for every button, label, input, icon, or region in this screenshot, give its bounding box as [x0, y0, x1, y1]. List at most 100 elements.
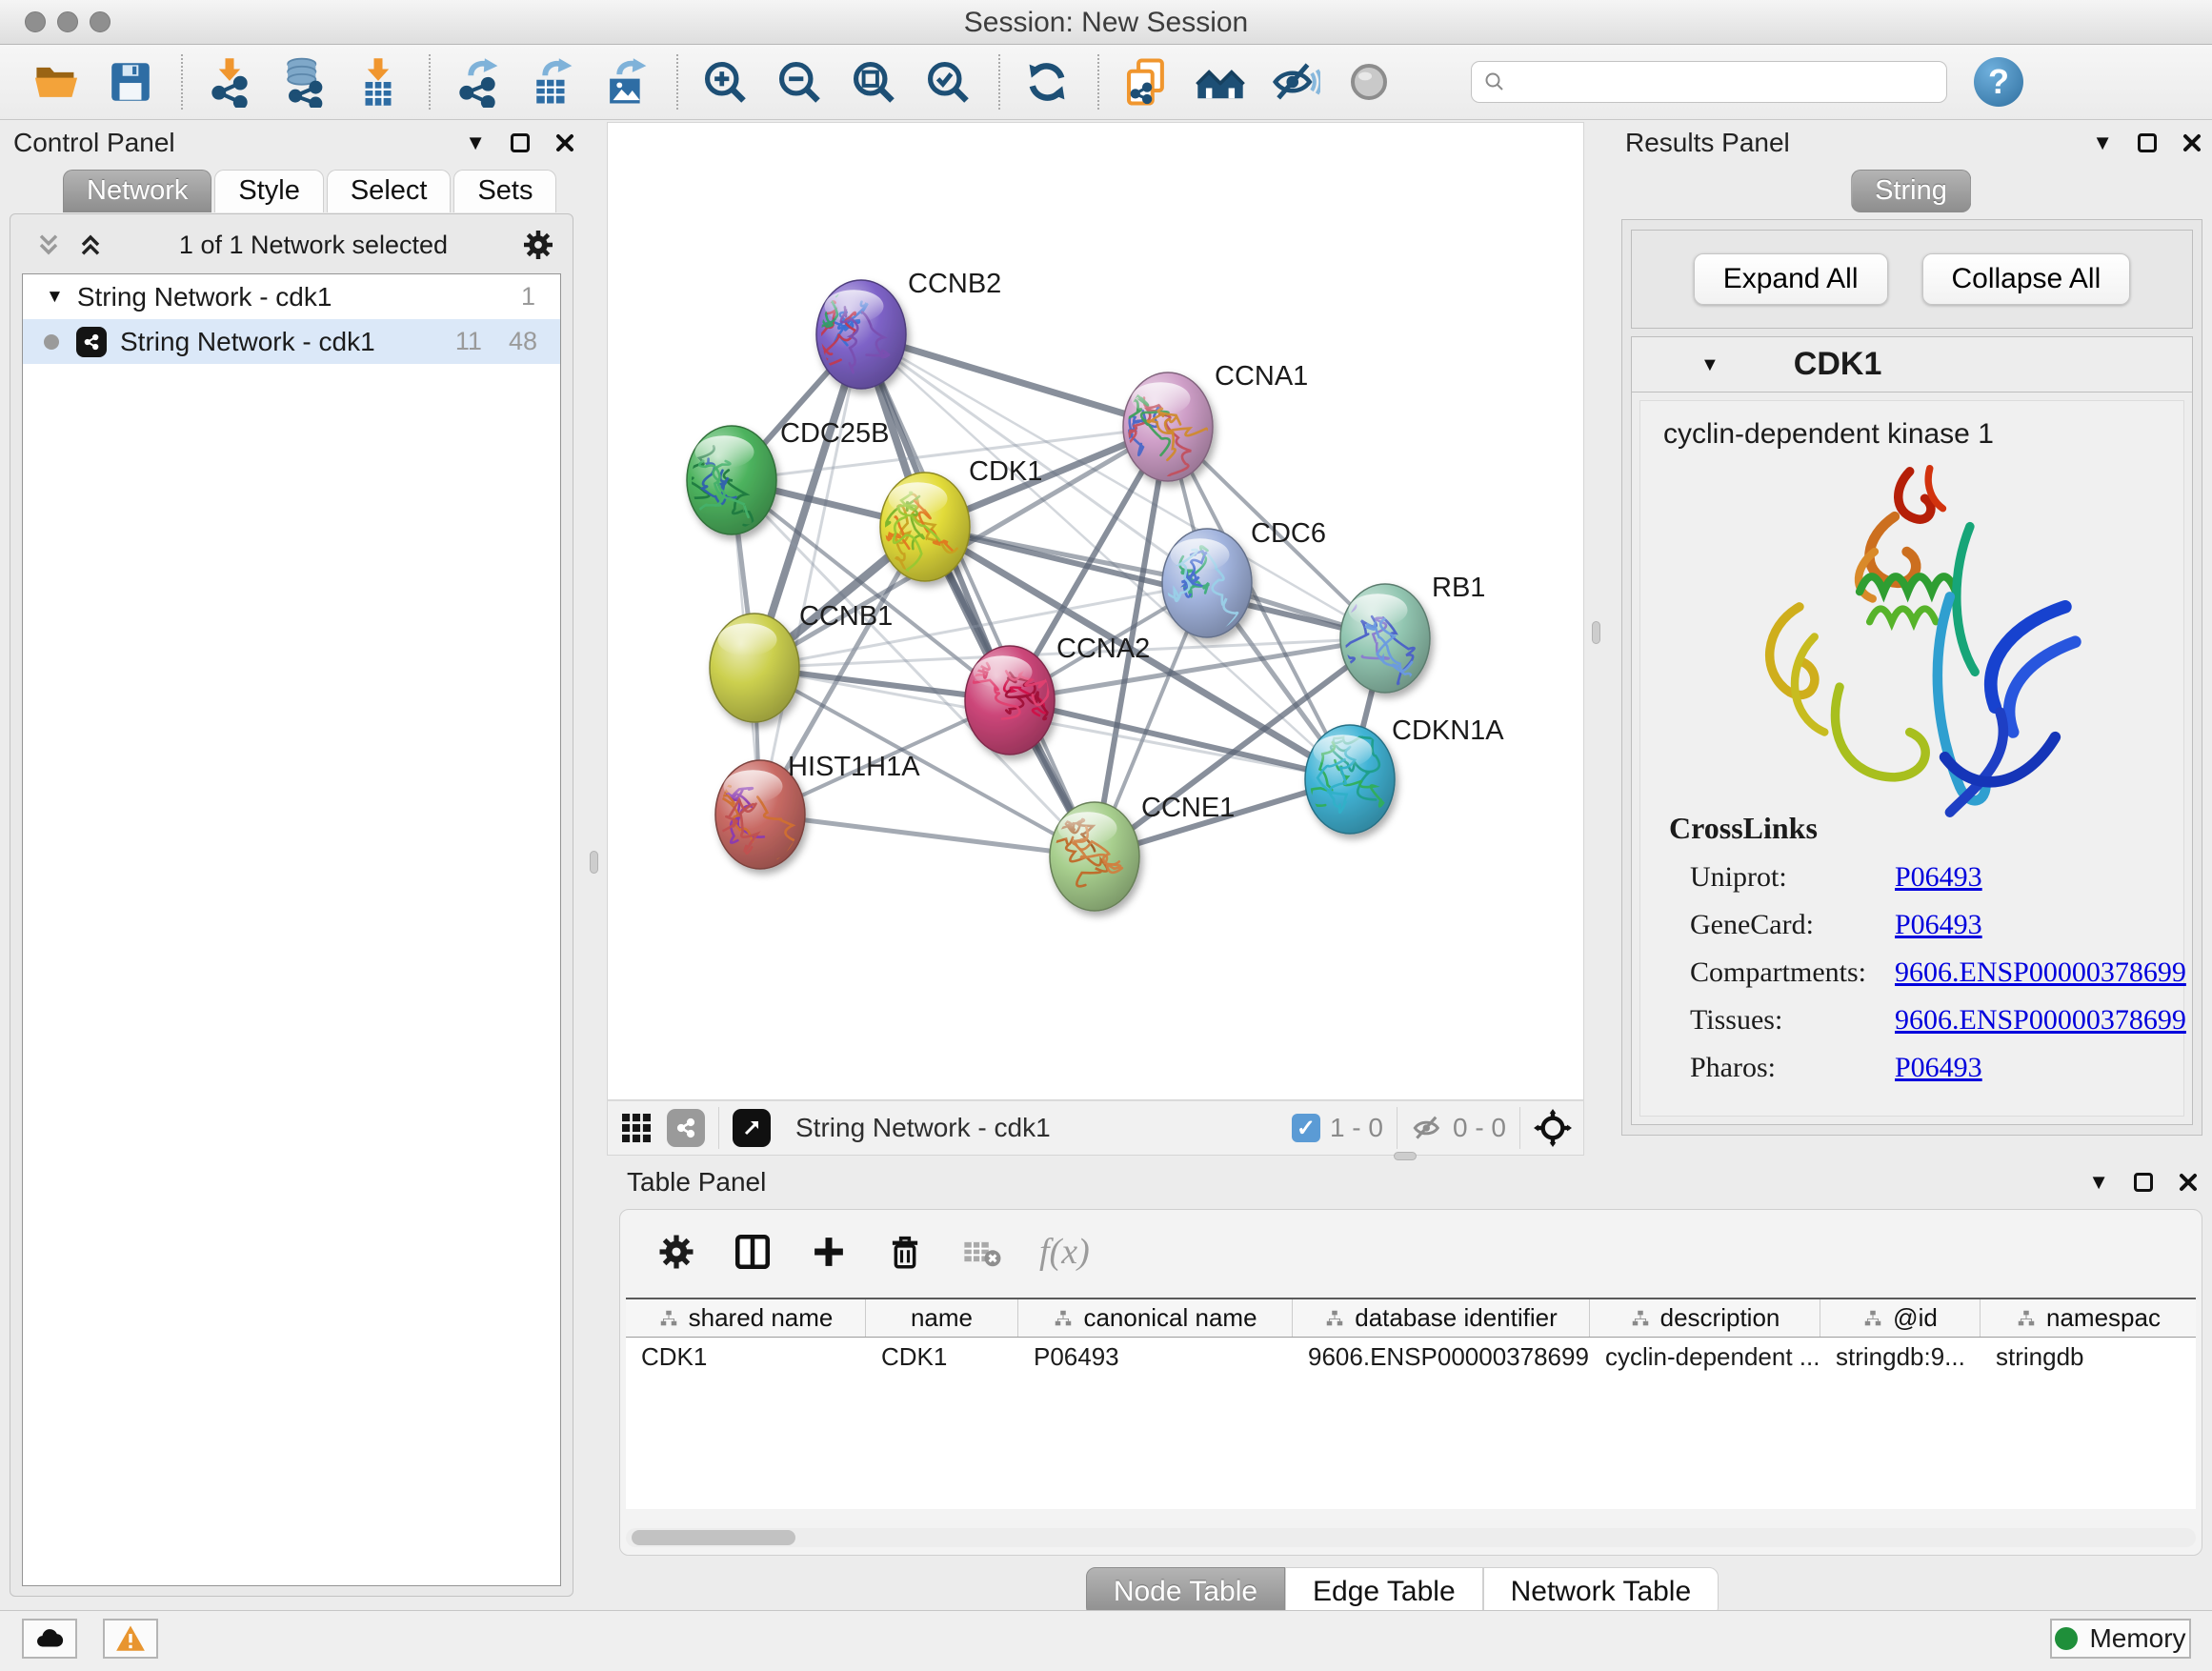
open-session-button[interactable]: [27, 52, 86, 111]
grid-view-icon[interactable]: [619, 1111, 654, 1145]
node-RB1[interactable]: RB1: [1319, 573, 1486, 694]
hidden-eye-icon[interactable]: [1411, 1112, 1443, 1144]
network-options-gear-icon[interactable]: [521, 228, 555, 262]
zoom-out-button[interactable]: [770, 52, 829, 111]
network-canvas[interactable]: CCNB2CCNA1CDC25BCDK1CDC6RB1CCNB1CCNA2CDK…: [607, 122, 1584, 1100]
expand-all-button[interactable]: Expand All: [1694, 253, 1888, 305]
apply-layout-button[interactable]: [1017, 52, 1076, 111]
zoom-selected-button[interactable]: [918, 52, 977, 111]
bottom-splitter-handle[interactable]: [1394, 1152, 1417, 1160]
table-cell[interactable]: P06493: [1018, 1338, 1293, 1376]
column-header[interactable]: database identifier: [1293, 1299, 1590, 1337]
network-row-selected[interactable]: String Network - cdk1 11 48: [23, 319, 560, 364]
export-table-button[interactable]: [522, 52, 581, 111]
table-cell[interactable]: cyclin-dependent ...: [1590, 1338, 1820, 1376]
edge-HIST1H1A-CCNE1[interactable]: [760, 815, 1095, 856]
crosslink-link[interactable]: 9606.ENSP00000378699: [1895, 956, 2186, 989]
network-collection-row[interactable]: ▼ String Network - cdk1 1: [23, 274, 560, 319]
table-cell[interactable]: 9606.ENSP00000378699: [1293, 1338, 1590, 1376]
column-header[interactable]: @id: [1820, 1299, 1981, 1337]
table-cell[interactable]: stringdb:9...: [1820, 1338, 1981, 1376]
tab-sets[interactable]: Sets: [453, 170, 556, 212]
node-CDKN1A[interactable]: CDKN1A: [1305, 715, 1504, 834]
table-cell[interactable]: CDK1: [626, 1338, 866, 1376]
node-CCNB2[interactable]: CCNB2: [772, 269, 1001, 389]
warnings-button[interactable]: [103, 1619, 158, 1659]
import-table-button[interactable]: [349, 52, 408, 111]
edge-CCNB2-CCNA1[interactable]: [861, 334, 1168, 427]
table-row[interactable]: CDK1 CDK1 P06493 9606.ENSP00000378699 cy…: [626, 1338, 2196, 1376]
delete-column-trash-icon[interactable]: [885, 1232, 925, 1272]
selected-nodes-checkbox-icon[interactable]: ✓: [1292, 1114, 1320, 1142]
show-all-button[interactable]: [1339, 52, 1398, 111]
create-column-plus-icon[interactable]: [809, 1232, 849, 1272]
table-panel-menu-icon[interactable]: ▼: [2088, 1172, 2109, 1193]
table-panel-float-icon[interactable]: [2134, 1173, 2153, 1192]
toolbar-separator: [718, 1107, 719, 1149]
save-session-button[interactable]: [101, 52, 160, 111]
crosslink-link[interactable]: P06493: [1895, 861, 1982, 894]
function-builder-icon[interactable]: f(x): [1039, 1231, 1090, 1273]
protein-collapse-icon[interactable]: ▼: [1700, 355, 1719, 374]
protein-section-header[interactable]: ▼ CDK1: [1632, 337, 2192, 393]
database-import-icon: [278, 56, 330, 108]
column-header[interactable]: canonical name: [1018, 1299, 1293, 1337]
expand-all-networks-icon[interactable]: [75, 230, 106, 260]
clone-network-button[interactable]: [1116, 52, 1176, 111]
tab-select[interactable]: Select: [327, 170, 452, 212]
table-horizontal-scrollbar[interactable]: [626, 1528, 2196, 1547]
hide-selected-button[interactable]: [1265, 52, 1324, 111]
table-cell[interactable]: stringdb: [1981, 1338, 2196, 1376]
node-HIST1H1A[interactable]: HIST1H1A: [714, 752, 920, 869]
node-CCNE1[interactable]: CCNE1: [1023, 793, 1236, 911]
zoom-in-button[interactable]: [695, 52, 754, 111]
zoom-fit-button[interactable]: [844, 52, 903, 111]
column-header[interactable]: shared name: [626, 1299, 866, 1337]
crosslink-link[interactable]: P06493: [1895, 1052, 1982, 1084]
crosslink-link[interactable]: P06493: [1895, 909, 1982, 941]
node-CDK1[interactable]: CDK1: [860, 456, 1043, 589]
pan-crosshair-icon[interactable]: [1534, 1109, 1572, 1147]
control-panel-close-icon[interactable]: [554, 132, 575, 153]
node-CDC25B[interactable]: CDC25B: [687, 418, 890, 534]
network-graph[interactable]: CCNB2CCNA1CDC25BCDK1CDC6RB1CCNB1CCNA2CDK…: [608, 123, 1583, 1099]
right-splitter-handle[interactable]: [1592, 621, 1600, 644]
edge-CCNB2-HIST1H1A[interactable]: [760, 334, 861, 815]
houses-icon: [1194, 55, 1247, 109]
delete-table-icon[interactable]: [961, 1231, 1003, 1273]
crosslink-link[interactable]: 9606.ENSP00000378699: [1895, 1004, 2186, 1037]
column-header[interactable]: description: [1590, 1299, 1820, 1337]
tab-network[interactable]: Network: [63, 170, 211, 212]
export-network-button[interactable]: [448, 52, 507, 111]
network-share-view-icon[interactable]: [667, 1109, 705, 1147]
search-box[interactable]: [1471, 61, 1947, 103]
import-network-file-button[interactable]: [200, 52, 259, 111]
tab-string[interactable]: String: [1851, 170, 1971, 212]
tab-style[interactable]: Style: [214, 170, 323, 212]
birds-eye-view-icon[interactable]: [733, 1109, 771, 1147]
show-columns-icon[interactable]: [733, 1232, 773, 1272]
column-header[interactable]: namespac: [1981, 1299, 2196, 1337]
table-cell[interactable]: CDK1: [866, 1338, 1018, 1376]
table-options-gear-icon[interactable]: [656, 1232, 696, 1272]
control-panel-menu-icon[interactable]: ▼: [465, 132, 486, 153]
results-panel-float-icon[interactable]: [2138, 133, 2157, 152]
left-splitter-handle[interactable]: [590, 851, 598, 874]
node-CCNA1[interactable]: CCNA1: [1115, 361, 1308, 481]
column-header[interactable]: name: [866, 1299, 1018, 1337]
export-image-button[interactable]: [596, 52, 655, 111]
first-neighbors-button[interactable]: [1191, 52, 1250, 111]
import-network-database-button[interactable]: [274, 52, 333, 111]
help-button[interactable]: ?: [1974, 57, 2023, 107]
memory-button[interactable]: Memory: [2050, 1619, 2191, 1659]
control-panel-float-icon[interactable]: [511, 133, 530, 152]
results-panel-close-icon[interactable]: [2182, 132, 2202, 153]
collection-collapse-icon[interactable]: ▼: [46, 288, 64, 306]
results-panel-menu-icon[interactable]: ▼: [2092, 132, 2113, 153]
search-input[interactable]: [1506, 64, 1946, 100]
collapse-all-button[interactable]: Collapse All: [1922, 253, 2131, 305]
collapse-all-networks-icon[interactable]: [33, 230, 64, 260]
cloud-status-button[interactable]: [22, 1619, 77, 1659]
table-panel-close-icon[interactable]: [2178, 1172, 2199, 1193]
scrollbar-thumb[interactable]: [632, 1530, 795, 1545]
